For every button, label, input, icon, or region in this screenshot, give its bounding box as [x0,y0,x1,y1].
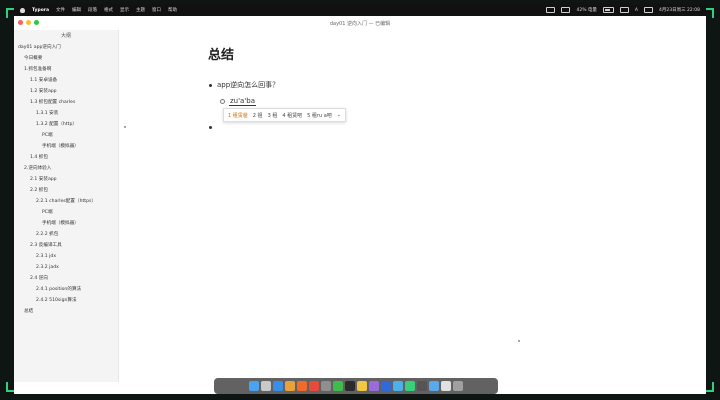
ime-candidate[interactable]: 5 租ru a吧 [307,112,332,119]
sidebar-item[interactable]: 1.抓包准备啊 [14,64,118,75]
bullet-icon [209,83,212,87]
close-icon[interactable] [18,20,23,25]
sidebar-item[interactable]: 2.3.2 jadx [14,262,118,273]
firefox-icon[interactable] [297,381,307,391]
calendar-icon[interactable] [309,381,319,391]
sidebar-item[interactable]: 2.2.2 抓包 [14,229,118,240]
sidebar-item[interactable]: 2.4 逆向 [14,273,118,284]
finder-icon[interactable] [249,381,259,391]
apple-icon[interactable] [20,7,25,13]
menu-view[interactable]: 显示 [120,7,129,13]
input-method[interactable]: A [635,8,638,13]
editor[interactable]: 总结 app逆向怎么回事？ zu'a'ba 1 租赁爸 2 祖 3 租 4 租赁… [118,30,706,382]
pycharm-icon[interactable] [405,381,415,391]
status-icon[interactable] [546,7,556,13]
preview-icon[interactable] [441,381,451,391]
menubar: Typora 文件 编辑 段落 格式 显示 主题 窗口 帮助 42% 电量 A … [14,4,706,16]
sidebar-item[interactable]: 总结 [14,306,118,317]
qq-icon[interactable] [393,381,403,391]
traffic-lights [18,20,39,25]
dock [214,378,498,394]
sidebar-item[interactable]: 手机端（模拟器） [14,141,118,152]
sidebar-item[interactable]: 1.3.2 配置（http） [14,119,118,130]
menu-format[interactable]: 格式 [104,7,113,13]
chevron-down-icon[interactable]: ⌄ [337,112,341,118]
ime-candidate[interactable]: 1 租赁爸 [228,112,248,119]
typora-window: day01 逆向入门 — 已编辑 大纲 day01 app逆向入门 今日概要 1.抓… [14,16,706,382]
sidebar-title: 大纲 [60,33,71,39]
list-item-nested[interactable]: zu'a'ba [220,97,256,106]
outline-sidebar: 大纲 day01 app逆向入门 今日概要 1.抓包准备啊 1.1 安卓设备 1.2 安… [14,30,119,382]
sidebar-item[interactable]: 2.4.1 position的算法 [14,284,118,295]
sidebar-item[interactable]: 2.4.2 510sign算法 [14,295,118,306]
bullet-icon [209,126,212,129]
hollow-bullet-icon [220,99,225,104]
list-item-text: app逆向怎么回事？ [217,81,280,89]
sidebar-item[interactable]: 2.逆向体验入 [14,163,118,174]
sidebar-item[interactable]: 1.2 安装app [14,86,118,97]
menu-edit[interactable]: 编辑 [72,7,81,13]
toc-list: day01 app逆向入门 今日概要 1.抓包准备啊 1.1 安卓设备 1.2 安装ap… [14,42,118,317]
safari-icon[interactable] [273,381,283,391]
menubar-right: 42% 电量 A 4月23日周三 22:08 [546,7,706,13]
sidebar-item[interactable]: 2.2.1 charles配置（https） [14,196,118,207]
chrome-icon[interactable] [285,381,295,391]
sidebar-item[interactable]: 1.1 安卓设备 [14,75,118,86]
sidebar-item[interactable]: 2.3.1 jdx [14,251,118,262]
launchpad-icon[interactable] [261,381,271,391]
minimize-icon[interactable] [26,20,31,25]
titlebar: day01 逆向入门 — 已编辑 [14,16,706,30]
heading[interactable]: 总结 [208,44,234,63]
screen: Typora 文件 编辑 段落 格式 显示 主题 窗口 帮助 42% 电量 A … [14,4,706,394]
menu-file[interactable]: 文件 [56,7,65,13]
list-item-empty[interactable] [209,114,212,133]
trash-icon[interactable] [453,381,463,391]
typora-icon[interactable] [417,381,427,391]
sidebar-item[interactable]: 2.1 安装app [14,174,118,185]
editor-icon[interactable] [369,381,379,391]
word-icon[interactable] [381,381,391,391]
battery-icon[interactable] [602,7,614,13]
notes-icon[interactable] [357,381,367,391]
status-icon[interactable] [561,7,571,13]
sidebar-item[interactable]: 1.3.1 安装 [14,108,118,119]
menu-paragraph[interactable]: 段落 [88,7,97,13]
sidebar-item[interactable]: 2.3 反编译工具 [14,240,118,251]
cursor-mark [124,126,126,128]
menu-app-name[interactable]: Typora [32,8,49,13]
sidebar-item[interactable]: PC端 [14,130,118,141]
control-center-icon[interactable] [644,7,653,13]
window-title: day01 逆向入门 — 已编辑 [329,20,391,27]
menubar-left: Typora 文件 编辑 段落 格式 显示 主题 窗口 帮助 [14,7,177,13]
menu-theme[interactable]: 主题 [136,7,145,13]
clock[interactable]: 4月23日周三 22:08 [659,7,700,13]
sidebar-item[interactable]: 今日概要 [14,53,118,64]
ime-candidate[interactable]: 3 租 [268,112,278,119]
cloud-icon[interactable] [429,381,439,391]
sidebar-item[interactable]: day01 app逆向入门 [14,42,118,53]
ime-candidate[interactable]: 2 祖 [253,112,263,119]
sidebar-item[interactable]: 1.4 抓包 [14,152,118,163]
wifi-icon[interactable] [619,7,629,13]
terminal-icon[interactable] [345,381,355,391]
ime-candidate-bar[interactable]: 1 租赁爸 2 祖 3 租 4 租赁吧 5 租ru a吧 ⌄ [223,108,346,122]
menu-window[interactable]: 窗口 [152,7,161,13]
wechat-icon[interactable] [333,381,343,391]
cursor-mark [518,340,520,342]
sidebar-item[interactable]: 2.2 抓包 [14,185,118,196]
ime-candidate[interactable]: 4 租赁吧 [282,112,302,119]
zoom-icon[interactable] [34,20,39,25]
sidebar-item[interactable]: PC端 [14,207,118,218]
battery-percent[interactable]: 42% 电量 [576,7,596,13]
menu-help[interactable]: 帮助 [168,7,177,13]
sidebar-item[interactable]: 1.3 抓包配置 charles [14,97,118,108]
list-item[interactable]: app逆向怎么回事？ [209,80,279,90]
ime-composition[interactable]: zu'a'ba [229,97,256,106]
app-icon[interactable] [321,381,331,391]
sidebar-item[interactable]: 手机端（模拟器） [14,218,118,229]
